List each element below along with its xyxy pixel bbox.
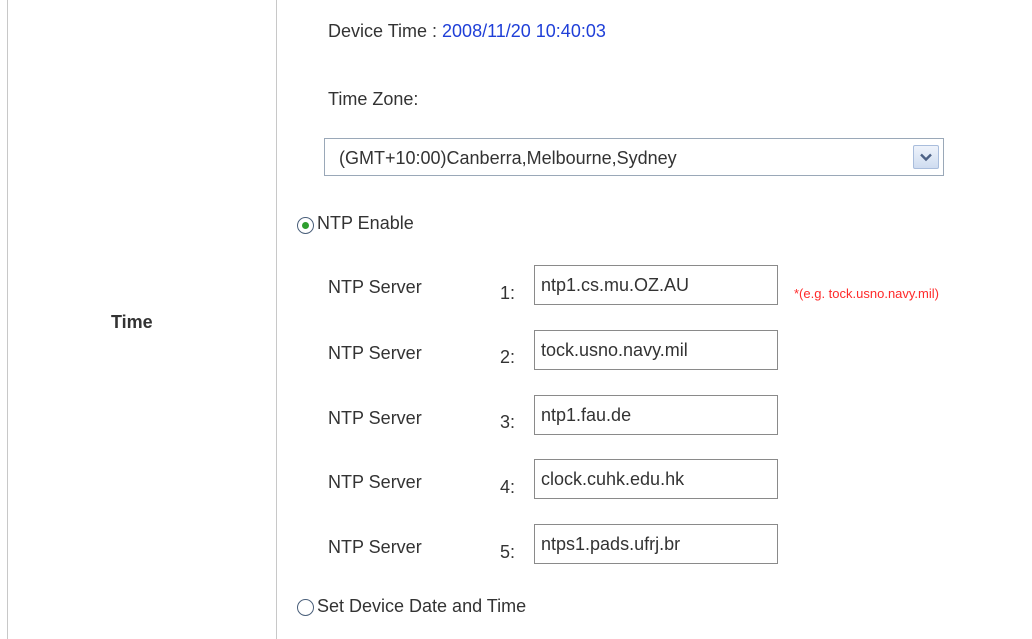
time-section-label: Time xyxy=(111,312,153,332)
ntp-server-2-input[interactable] xyxy=(534,330,778,370)
ntp-server-index: 1: xyxy=(500,283,516,303)
device-time-label: Device Time : xyxy=(328,21,443,41)
ntp-server-3-input[interactable] xyxy=(534,395,778,435)
left-border-line xyxy=(7,0,8,639)
column-divider-line xyxy=(276,0,277,639)
ntp-enable-label: NTP Enable xyxy=(317,213,414,233)
radio-selected-dot xyxy=(302,222,309,229)
ntp-server-index: 4: xyxy=(500,477,516,497)
chevron-down-icon[interactable] xyxy=(913,145,939,169)
ntp-server-label: NTP Server xyxy=(328,408,422,428)
set-device-time-label: Set Device Date and Time xyxy=(317,596,527,616)
time-zone-selected-value: (GMT+10:00)Canberra,Melbourne,Sydney xyxy=(339,148,677,168)
set-device-time-radio[interactable] xyxy=(297,599,314,616)
time-zone-select[interactable]: (GMT+10:00)Canberra,Melbourne,Sydney xyxy=(324,138,944,176)
time-zone-label: Time Zone: xyxy=(328,89,419,109)
ntp-server-index: 3: xyxy=(500,412,516,432)
ntp-server-1-input[interactable] xyxy=(534,265,778,305)
device-time-row: Device Time : 2008/11/20 10:40:03 xyxy=(328,21,606,42)
device-time-value: 2008/11/20 10:40:03 xyxy=(442,21,606,41)
ntp-server-index: 2: xyxy=(500,347,516,367)
ntp-server-4-input[interactable] xyxy=(534,459,778,499)
ntp-server-5-input[interactable] xyxy=(534,524,778,564)
ntp-server-label: NTP Server xyxy=(328,277,422,297)
ntp-server-label: NTP Server xyxy=(328,537,422,557)
ntp-server-label: NTP Server xyxy=(328,472,422,492)
ntp-server-hint: *(e.g. tock.usno.navy.mil) xyxy=(794,286,939,301)
ntp-server-label: NTP Server xyxy=(328,343,422,363)
ntp-enable-radio[interactable] xyxy=(297,217,314,234)
ntp-server-index: 5: xyxy=(500,542,516,562)
